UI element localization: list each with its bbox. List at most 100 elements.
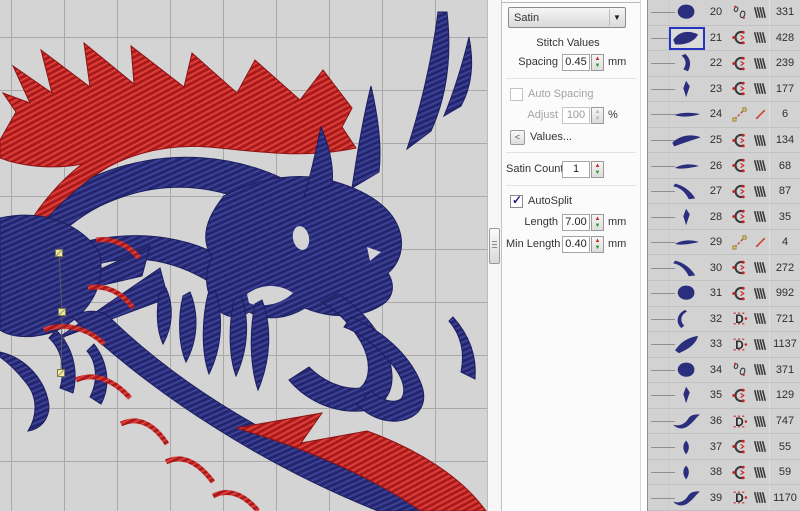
- column-object-type-icon[interactable]: [727, 259, 751, 276]
- object-row-28[interactable]: 2835: [648, 204, 800, 230]
- object-row-23[interactable]: 23 177: [648, 77, 800, 103]
- object-row-25[interactable]: 25134: [648, 128, 800, 154]
- min-length-input[interactable]: 0.40: [562, 236, 590, 253]
- stitch-count: 35: [769, 204, 800, 229]
- stitch-count: 239: [769, 51, 800, 76]
- object-thumbnail[interactable]: [669, 485, 705, 510]
- satin-stitch-icon: [751, 438, 769, 455]
- object-row-26[interactable]: 2668: [648, 153, 800, 179]
- object-row-30[interactable]: 30272: [648, 255, 800, 281]
- thumbnail-shape-icon: [670, 282, 704, 304]
- column-object-type-icon[interactable]: [727, 157, 751, 174]
- adjust-spinner[interactable]: ▲▼: [591, 107, 604, 124]
- region-object-type-icon[interactable]: [727, 361, 751, 378]
- column-object-type-icon[interactable]: [727, 285, 751, 302]
- object-order-number: 30: [705, 262, 727, 274]
- thumbnail-shape-icon: [670, 257, 704, 279]
- column-object-type-icon[interactable]: [727, 464, 751, 481]
- object-thumbnail[interactable]: [669, 0, 705, 25]
- object-row-33[interactable]: 33D1137: [648, 332, 800, 358]
- values-button-label[interactable]: Values...: [530, 131, 572, 143]
- run-object-type-icon[interactable]: [727, 106, 751, 123]
- object-row-38[interactable]: 3859: [648, 460, 800, 486]
- column-object-type-icon[interactable]: [727, 55, 751, 72]
- satin-stitch-icon: [751, 413, 769, 430]
- stitch-settings-panel: Satin ▼ Stitch Values Spacing 0.45 ▲▼ mm…: [501, 0, 641, 511]
- object-thumbnail[interactable]: [669, 383, 705, 408]
- satin-count-spinner[interactable]: ▲▼: [591, 161, 604, 178]
- object-order-number: 26: [705, 160, 727, 172]
- object-row-37[interactable]: 3755: [648, 434, 800, 460]
- object-row-22[interactable]: 22239: [648, 51, 800, 77]
- object-thumbnail[interactable]: [669, 51, 705, 76]
- object-row-32[interactable]: 32D721: [648, 307, 800, 333]
- thumbnail-shape-icon: [670, 52, 704, 74]
- object-thumbnail[interactable]: [669, 153, 705, 178]
- object-row-27[interactable]: 2787: [648, 179, 800, 205]
- auto-split-checkbox[interactable]: [510, 195, 523, 208]
- object-list-panel[interactable]: 203312142822239 23 17724625134266827872835…: [647, 0, 800, 511]
- column-object-type-icon[interactable]: [727, 29, 751, 46]
- object-order-number: 39: [705, 492, 727, 504]
- object-thumbnail[interactable]: [669, 179, 705, 204]
- object-thumbnail[interactable]: [669, 409, 705, 434]
- object-row-20[interactable]: 20331: [648, 0, 800, 26]
- column-object-type-icon[interactable]: [727, 132, 751, 149]
- satin-count-input[interactable]: 1: [562, 161, 590, 178]
- region-object-type-icon[interactable]: [727, 4, 751, 21]
- object-order-number: 37: [705, 441, 727, 453]
- object-thumbnail[interactable]: [669, 128, 705, 153]
- d-object-type-icon[interactable]: D: [727, 413, 751, 430]
- object-row-36[interactable]: 36D747: [648, 409, 800, 435]
- object-thumbnail[interactable]: [669, 230, 705, 255]
- object-order-number: 23: [705, 83, 727, 95]
- object-row-34[interactable]: 34371: [648, 358, 800, 384]
- spacing-input[interactable]: 0.45: [562, 54, 590, 71]
- column-object-type-icon[interactable]: [727, 387, 751, 404]
- length-input[interactable]: 7.00: [562, 214, 590, 231]
- object-thumbnail[interactable]: [669, 102, 705, 127]
- d-object-type-icon[interactable]: D: [727, 336, 751, 353]
- object-thumbnail[interactable]: [669, 358, 705, 383]
- column-object-type-icon[interactable]: [727, 438, 751, 455]
- values-collapse-button[interactable]: <: [510, 130, 525, 145]
- min-length-spinner[interactable]: ▲▼: [591, 236, 604, 253]
- object-thumbnail[interactable]: [669, 204, 705, 229]
- object-thumbnail[interactable]: [669, 281, 705, 306]
- design-canvas[interactable]: [0, 0, 487, 511]
- column-object-type-icon[interactable]: [727, 208, 751, 225]
- object-thumbnail[interactable]: [669, 332, 705, 357]
- stitch-type-dropdown[interactable]: Satin ▼: [508, 7, 626, 28]
- object-row-24[interactable]: 246: [648, 102, 800, 128]
- adjust-input[interactable]: 100: [562, 107, 590, 124]
- column-object-type-icon[interactable]: [727, 183, 751, 200]
- splitter-grip[interactable]: [489, 228, 500, 264]
- object-order-number: 27: [705, 185, 727, 197]
- thumbnail-shape-icon: [670, 333, 704, 355]
- satin-stitch-icon: [751, 132, 769, 149]
- object-thumbnail[interactable]: [669, 77, 705, 102]
- length-spinner[interactable]: ▲▼: [591, 214, 604, 231]
- column-object-type-icon[interactable]: [727, 80, 751, 97]
- object-thumbnail[interactable]: [669, 434, 705, 459]
- object-thumbnail[interactable]: [669, 26, 705, 51]
- thumbnail-shape-icon: [670, 78, 704, 100]
- d-object-type-icon[interactable]: D: [727, 489, 751, 506]
- dropdown-arrow-icon[interactable]: ▼: [609, 9, 624, 26]
- object-thumbnail[interactable]: [669, 460, 705, 485]
- stitch-count: 177: [769, 77, 800, 102]
- object-row-29[interactable]: 294: [648, 230, 800, 256]
- auto-spacing-checkbox[interactable]: [510, 88, 523, 101]
- satin-stitch-icon: [751, 157, 769, 174]
- panel-splitter[interactable]: [487, 0, 501, 511]
- object-thumbnail[interactable]: [669, 255, 705, 280]
- object-thumbnail[interactable]: [669, 307, 705, 332]
- object-row-39[interactable]: 39D1170: [648, 485, 800, 511]
- object-row-35[interactable]: 35129: [648, 383, 800, 409]
- run-object-type-icon[interactable]: [727, 234, 751, 251]
- object-row-21[interactable]: 21428: [648, 26, 800, 52]
- d-object-type-icon[interactable]: D: [727, 310, 751, 327]
- spacing-spinner[interactable]: ▲▼: [591, 54, 604, 71]
- satin-stitch-icon: [751, 55, 769, 72]
- object-row-31[interactable]: 31992: [648, 281, 800, 307]
